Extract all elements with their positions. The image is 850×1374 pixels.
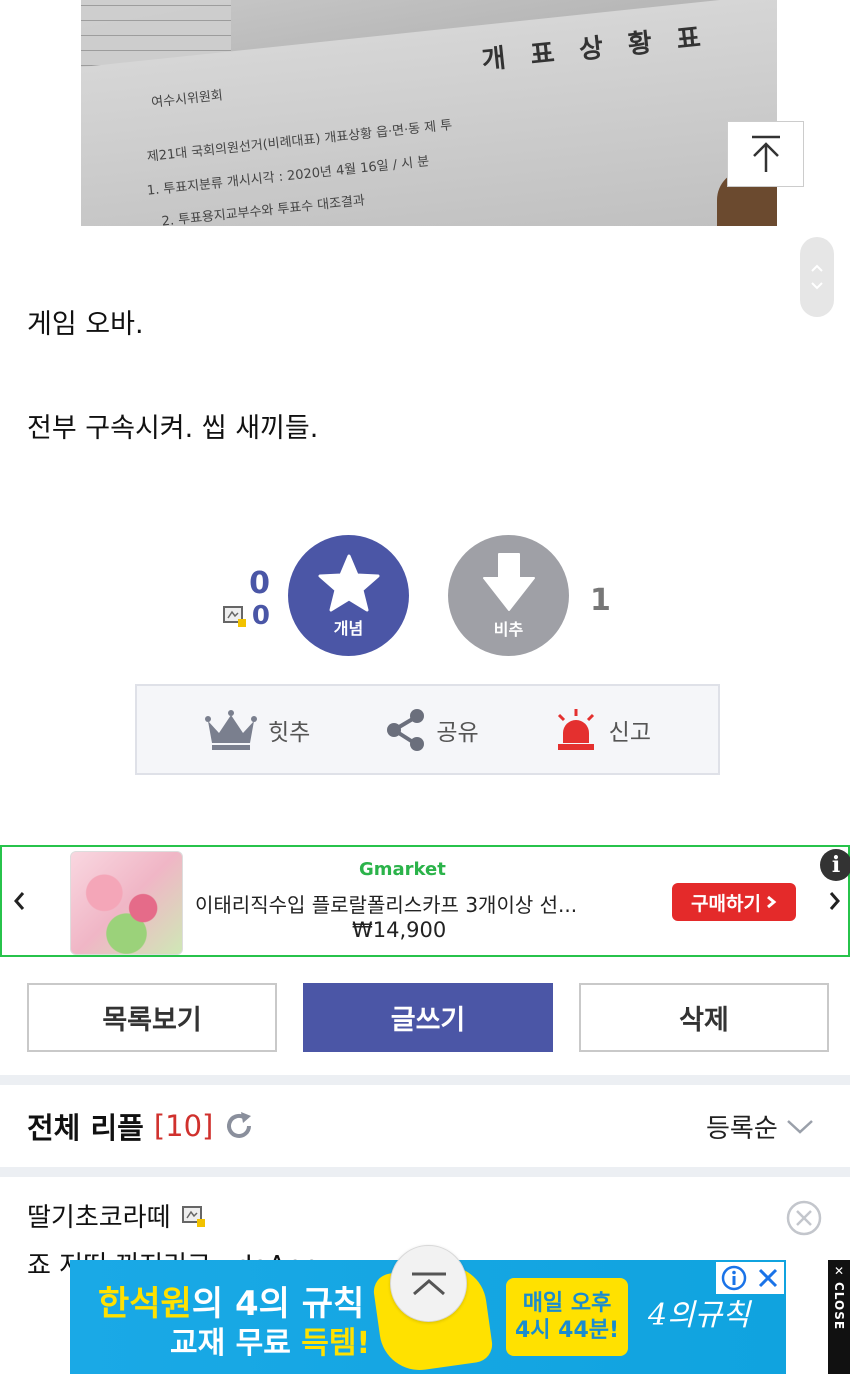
vote-up-count: 0: [249, 566, 270, 601]
banner-box-line: 매일 오후: [522, 1290, 612, 1316]
product-ad[interactable]: Gmarket 이태리직수입 플로랄폴리스카프 3개이상 선... ₩14,90…: [0, 845, 850, 957]
write-button[interactable]: 글쓰기: [303, 983, 553, 1052]
refresh-icon[interactable]: [223, 1110, 255, 1142]
comment-author-name[interactable]: 딸기초코라떼: [27, 1197, 171, 1234]
ad-next-button[interactable]: [828, 889, 842, 919]
delete-button[interactable]: 삭제: [579, 983, 829, 1052]
banner-sub-b: 득템!: [301, 1326, 371, 1361]
arrow-down-icon: [482, 552, 535, 611]
chevron-right-icon: [829, 892, 840, 910]
close-circle-icon: [786, 1200, 822, 1236]
post-text-line: 게임 오바.: [27, 309, 144, 340]
replies-title: 전체 리플: [27, 1111, 144, 1145]
star-icon: [318, 554, 379, 611]
banner-sub-a: 교재 무료: [170, 1326, 302, 1361]
replies-count: [10]: [153, 1109, 214, 1143]
chevron-down-icon[interactable]: [810, 281, 824, 291]
downvote-label: 비추: [493, 619, 524, 639]
crown-icon: [205, 709, 257, 750]
comment-author[interactable]: 딸기초코라떼: [27, 1197, 207, 1234]
ad-product-image[interactable]: [70, 851, 183, 955]
replies-header: 전체 리플 [10]: [27, 1105, 255, 1147]
post-action-bar: 힛추 공유 신고: [135, 684, 720, 775]
ad-brand: Gmarket: [359, 859, 446, 880]
ad-buy-label: 구매하기: [691, 892, 761, 915]
chevron-up-icon: [411, 1272, 446, 1295]
banner-box-line: 4시 44분!: [514, 1318, 620, 1343]
share-icon: [387, 708, 425, 751]
scroll-control[interactable]: [800, 237, 834, 317]
banner-signature: 4의규칙: [648, 1298, 750, 1333]
floating-scroll-top-button[interactable]: [390, 1245, 467, 1322]
downvote-button[interactable]: 비추: [448, 535, 569, 656]
close-icon[interactable]: [757, 1267, 779, 1289]
siren-icon: [557, 708, 594, 750]
chevron-right-icon: [766, 895, 777, 909]
ad-buy-button[interactable]: 구매하기: [672, 883, 796, 921]
ad-prev-button[interactable]: [12, 889, 26, 919]
chevron-up-icon[interactable]: [810, 263, 824, 273]
banner-subline: 교재 무료 득템!: [170, 1318, 370, 1362]
chevron-left-icon: [14, 892, 25, 910]
ad-choices[interactable]: [716, 1262, 784, 1294]
post-image: 개 표 상 황 표 여수시위원회 제21대 국회의원선거(비례대표) 개표상황 …: [81, 0, 777, 226]
member-vote-count: 0: [215, 601, 270, 631]
share-label: 공유: [436, 719, 479, 746]
hot-button[interactable]: 힛추: [204, 709, 310, 751]
hot-label: 힛추: [268, 719, 311, 746]
member-badge-icon: [181, 1205, 205, 1227]
ad-brand-text: Gmarket: [359, 859, 446, 880]
sort-label: 등록순: [706, 1114, 778, 1144]
report-label: 신고: [608, 719, 651, 746]
post-text-line: 전부 구속시켜. 씹 새끼들.: [27, 413, 319, 444]
report-button[interactable]: 신고: [553, 707, 651, 753]
banner-time-box: 매일 오후 4시 44분!: [506, 1278, 628, 1356]
ad-info-icon[interactable]: i: [820, 849, 850, 881]
member-badge-icon: [222, 606, 246, 627]
downvote-count: 1: [590, 583, 611, 618]
ad-title[interactable]: 이태리직수입 플로랄폴리스카프 3개이상 선...: [195, 889, 577, 918]
share-button[interactable]: 공유: [384, 708, 479, 752]
info-icon[interactable]: [721, 1265, 747, 1291]
upvote-label: 개념: [333, 618, 364, 638]
upvote-button[interactable]: 개념: [288, 535, 409, 656]
arrow-up-bar-icon: [751, 135, 780, 172]
chevron-down-icon: [786, 1119, 813, 1134]
ad-price: ₩14,900: [352, 918, 447, 942]
section-divider: [0, 1167, 850, 1177]
vote-up-counts: 0 0: [215, 566, 270, 631]
banner-close-button[interactable]: ✕ CLOSE: [828, 1260, 850, 1374]
section-divider: [0, 1075, 850, 1085]
scroll-top-button[interactable]: [727, 121, 804, 187]
close-label: CLOSE: [832, 1282, 846, 1331]
close-x-icon: ✕: [833, 1264, 845, 1278]
member-vote-number: 0: [251, 601, 270, 631]
comment-delete-button[interactable]: [786, 1200, 822, 1240]
sort-dropdown[interactable]: 등록순: [706, 1108, 814, 1145]
list-button[interactable]: 목록보기: [27, 983, 277, 1052]
